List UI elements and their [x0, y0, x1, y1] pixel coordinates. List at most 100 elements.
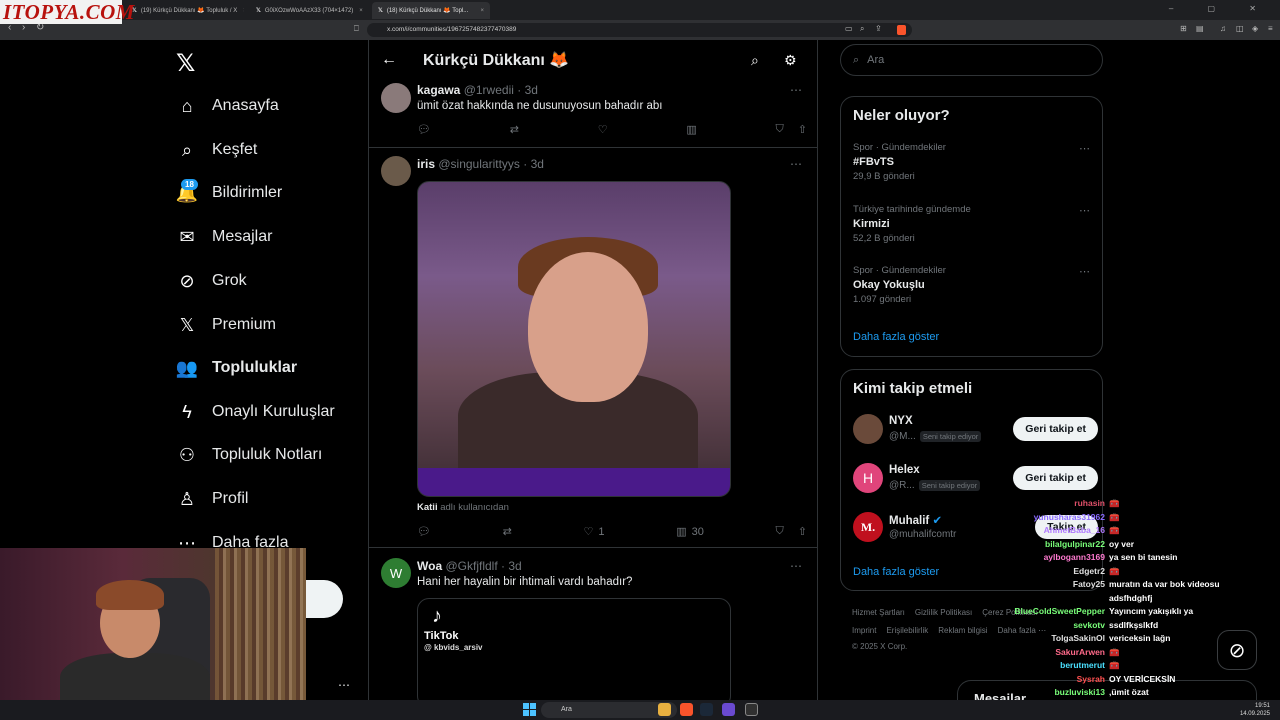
- footer-link[interactable]: Erişilebilirlik: [886, 626, 928, 635]
- sidebar-item-mesajlar[interactable]: ✉ Mesajlar: [176, 222, 272, 252]
- author-name[interactable]: iris: [417, 157, 435, 171]
- close-icon[interactable]: ×: [353, 8, 363, 14]
- more-options-icon[interactable]: ⋯: [1079, 142, 1091, 155]
- sidebar-item-onaylı-kuruluşlar[interactable]: ϟ Onaylı Kuruluşlar: [176, 397, 334, 427]
- like-icon[interactable]: ♡: [598, 123, 608, 136]
- x-favicon-icon: 𝕏: [256, 8, 261, 14]
- trends-show-more-link[interactable]: Daha fazla göster: [853, 331, 939, 343]
- chat-username: Sysrah: [1076, 673, 1105, 684]
- avatar[interactable]: W: [381, 558, 411, 588]
- taskbar-search[interactable]: Ara: [541, 702, 677, 718]
- author-handle[interactable]: @1rwedii: [464, 83, 514, 97]
- avatar[interactable]: [381, 83, 411, 113]
- trend-item[interactable]: Türkiye tarihinde gündemde Kirmizi 52,2 …: [853, 204, 1093, 244]
- communities-icon: 👥: [175, 357, 199, 378]
- bookmark-icon[interactable]: ⛉: [776, 525, 784, 538]
- avatar[interactable]: [381, 156, 411, 186]
- windows-start-icon[interactable]: [523, 703, 536, 716]
- footer-link[interactable]: Hizmet Şartları: [852, 608, 905, 617]
- reply-icon[interactable]: 💬︎: [417, 123, 431, 136]
- post-button[interactable]: [306, 580, 343, 618]
- post-time: · 3d: [517, 83, 538, 97]
- author-name[interactable]: Woa: [417, 559, 442, 573]
- sidebar-icon[interactable]: ▤: [1196, 24, 1204, 33]
- browser-tab-2[interactable]: 𝕏 G0iXOzwWoAAzX33 (704×1472) ×: [250, 2, 368, 19]
- address-bar[interactable]: x.com/i/communities/1967257482377470389: [367, 23, 912, 37]
- wallet-icon[interactable]: ◫: [1236, 24, 1244, 33]
- views-icon[interactable]: ▥: [686, 123, 696, 136]
- window-controls[interactable]: – ▢ ✕: [1169, 4, 1272, 13]
- close-icon[interactable]: ×: [474, 8, 484, 14]
- avatar[interactable]: [853, 414, 883, 444]
- follow-back-button[interactable]: Geri takip et: [1013, 417, 1098, 441]
- more-options-icon[interactable]: ⋯: [790, 157, 803, 171]
- trend-item[interactable]: Spor · Gündemdekiler #FBvTS 29,9 B gönde…: [853, 142, 1093, 182]
- views-button[interactable]: ▥ 30: [676, 525, 704, 539]
- sidebar-item-topluluklar[interactable]: 👥 Topluluklar: [176, 353, 297, 383]
- repost-icon[interactable]: ⇄: [510, 123, 519, 136]
- gear-icon[interactable]: ⚙: [784, 52, 797, 69]
- author-name[interactable]: kagawa: [417, 83, 460, 97]
- browser-tab-1[interactable]: 𝕏(19) Kürkçü Dükkanı 🦊 Topluluk / X×: [126, 2, 244, 19]
- sidebar-item-grok[interactable]: ⊘ Grok: [176, 266, 246, 296]
- more-options-icon[interactable]: ⋯: [1079, 204, 1091, 217]
- share-icon[interactable]: ⇧: [798, 525, 807, 538]
- vpn-icon[interactable]: ◈: [1252, 24, 1258, 33]
- steam-icon[interactable]: [700, 703, 713, 716]
- browser-tab-3-active[interactable]: 𝕏 (18) Kürkçü Dükkanı 🦊 Topl... ×: [372, 2, 490, 19]
- account-more-icon[interactable]: ⋯: [338, 678, 351, 692]
- bookmark-icon[interactable]: ⛉: [776, 123, 784, 136]
- system-tray-clock[interactable]: 19:51 14.09.2025: [1240, 702, 1270, 718]
- more-options-icon[interactable]: ⋯: [790, 559, 803, 573]
- footer-link[interactable]: Reklam bilgisi: [938, 626, 987, 635]
- search-icon[interactable]: ⌕: [751, 52, 759, 69]
- back-arrow-icon[interactable]: ←: [381, 51, 397, 69]
- brave-browser-icon[interactable]: [680, 703, 693, 716]
- tiktok-embed[interactable]: ♪ TikTok @ kbvids_arsiv: [417, 598, 731, 700]
- sidebar-item-anasayfa[interactable]: ⌂ Anasayfa: [176, 91, 279, 121]
- post-item[interactable]: W Woa @Gkfjfldlf · 3d ⋯ Hani her hayalin…: [369, 549, 817, 700]
- footer-link[interactable]: Imprint: [852, 626, 876, 635]
- file-explorer-icon[interactable]: [658, 703, 671, 716]
- x-logo-icon[interactable]: 𝕏: [176, 49, 195, 78]
- extension-icon[interactable]: ⊞: [1180, 24, 1187, 33]
- more-options-icon[interactable]: ⋯: [1079, 265, 1091, 278]
- discord-icon[interactable]: [722, 703, 735, 716]
- brave-shield-icon[interactable]: [897, 25, 906, 35]
- avatar[interactable]: M.: [853, 512, 883, 542]
- obs-icon[interactable]: [745, 703, 758, 716]
- sidebar-item-keşfet[interactable]: ⌕ Keşfet: [176, 135, 257, 165]
- credit-user[interactable]: Katii: [417, 502, 438, 513]
- more-options-icon[interactable]: ⋯: [790, 83, 803, 97]
- follow-back-button[interactable]: Geri takip et: [1013, 466, 1098, 490]
- post-item[interactable]: iris @singularittyys · 3d ⋯ Katii adlı k…: [369, 148, 817, 548]
- author-handle[interactable]: @Gkfjfldlf: [445, 559, 497, 573]
- media-icon[interactable]: ♫: [1220, 24, 1226, 33]
- share-icon[interactable]: ⇪: [875, 24, 882, 33]
- screen-icon[interactable]: ▭: [845, 24, 853, 33]
- chat-text: ,ümit özat: [1109, 687, 1149, 697]
- repost-icon[interactable]: ⇄: [503, 525, 512, 538]
- post-item[interactable]: kagawa @1rwedii · 3d ⋯ ümit özat hakkınd…: [369, 80, 817, 148]
- search-input[interactable]: ⌕ Ara: [840, 44, 1103, 76]
- sidebar-item-profil[interactable]: ♙ Profil: [176, 484, 249, 514]
- trend-item[interactable]: Spor · Gündemdekiler Okay Yokuşlu 1.097 …: [853, 265, 1093, 305]
- who-to-follow-show-more-link[interactable]: Daha fazla göster: [853, 566, 939, 578]
- like-button[interactable]: ♡ 1: [584, 525, 605, 539]
- chat-text: 🧰: [1109, 525, 1120, 535]
- follow-suggestion[interactable]: NYX @M... Seni takip ediyor Geri takip et: [853, 410, 1098, 450]
- sidebar-item-premium[interactable]: 𝕏 Premium: [176, 310, 276, 340]
- sidebar-item-topluluk-notları[interactable]: ⚇ Topluluk Notları: [176, 440, 322, 470]
- zoom-icon[interactable]: ⌕: [860, 24, 864, 34]
- footer-link[interactable]: Gizlilik Politikası: [915, 608, 972, 617]
- menu-icon[interactable]: ≡: [1268, 24, 1273, 33]
- author-handle[interactable]: @singularittyys: [438, 157, 520, 171]
- follow-suggestion[interactable]: H Helex @R... Seni takip ediyor Geri taki…: [853, 459, 1098, 499]
- post-video[interactable]: [417, 181, 731, 497]
- bookmark-icon[interactable]: ⎕: [354, 24, 359, 34]
- avatar[interactable]: H: [853, 463, 883, 493]
- reply-icon[interactable]: 💬︎: [417, 525, 431, 538]
- close-icon[interactable]: ×: [237, 8, 244, 14]
- grok-button[interactable]: ⊘: [1217, 630, 1257, 670]
- share-icon[interactable]: ⇧: [798, 123, 807, 136]
